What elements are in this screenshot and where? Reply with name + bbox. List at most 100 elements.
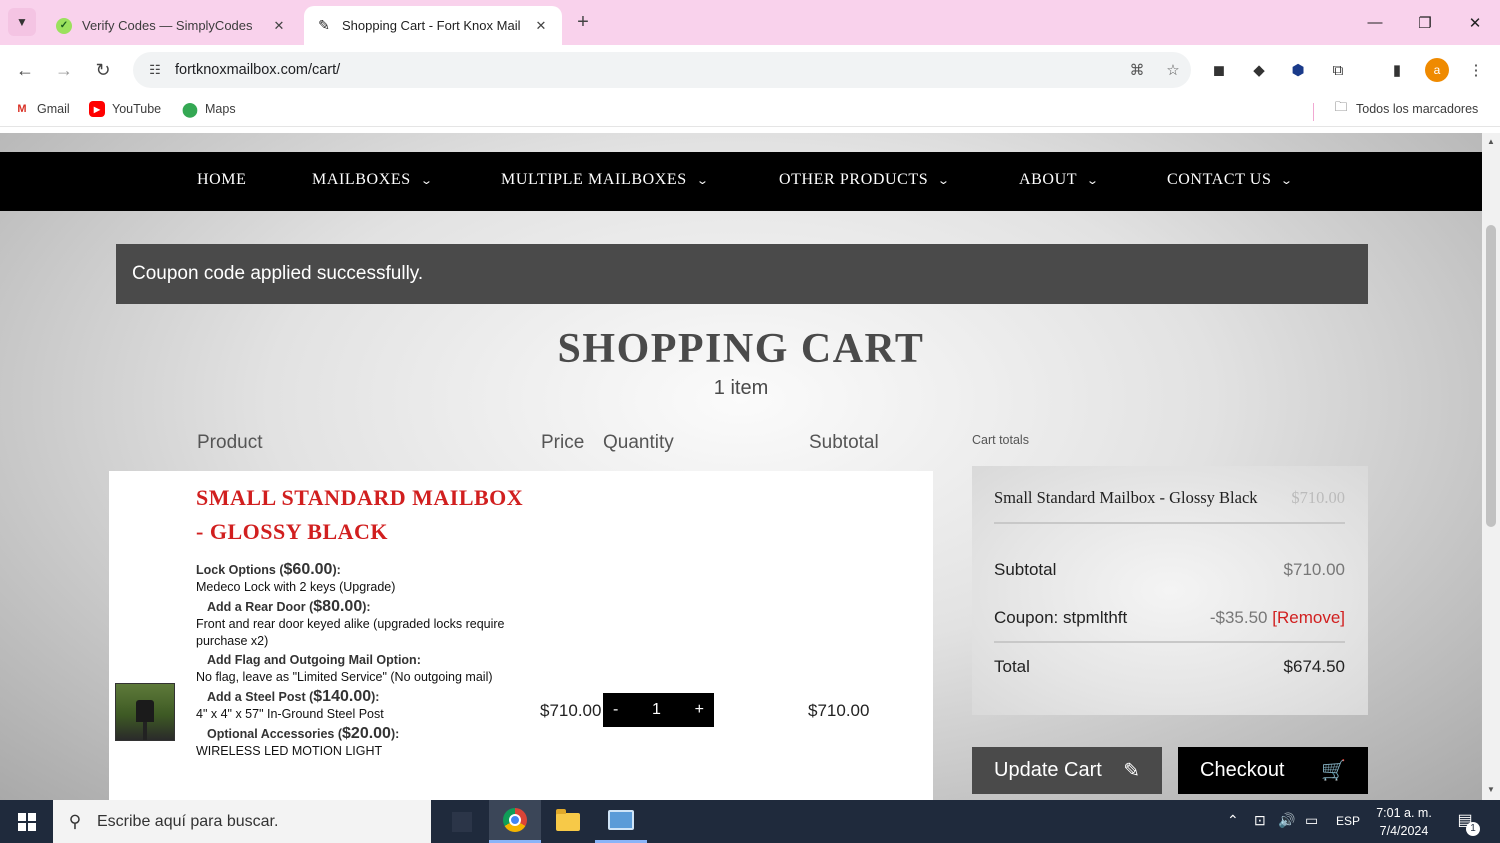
bookmark-youtube[interactable]: ▶ YouTube bbox=[89, 101, 161, 117]
divider bbox=[994, 522, 1345, 524]
increment-button[interactable]: + bbox=[695, 701, 704, 719]
nav-label: CONTACT US bbox=[1167, 171, 1272, 188]
chevron-down-icon: ▼ bbox=[16, 15, 28, 29]
extensions-puzzle-icon[interactable]: ⧉ bbox=[1325, 57, 1351, 83]
extension-robot-icon[interactable]: ◼ bbox=[1206, 57, 1232, 83]
taskbar-chrome[interactable] bbox=[489, 800, 541, 843]
subtotal-label: Subtotal bbox=[994, 560, 1057, 579]
page-viewport: HOME MAILBOXES ⌄ MULTIPLE MAILBOXES ⌄ OTHE… bbox=[0, 133, 1482, 800]
menu-kebab-icon[interactable]: ⋮ bbox=[1463, 57, 1489, 83]
simplycodes-favicon-icon: ✓ bbox=[56, 17, 72, 34]
clock-time: 7:01 a. m. bbox=[1376, 806, 1432, 820]
tab-shopping-cart[interactable]: ✎ Shopping Cart - Fort Knox Mail ✕ bbox=[304, 6, 562, 45]
url-text[interactable]: fortknoxmailbox.com/cart/ bbox=[175, 62, 1119, 78]
tray-chevron-up-icon[interactable]: ⌃ bbox=[1227, 812, 1239, 829]
close-tab-icon[interactable]: ✕ bbox=[532, 18, 550, 34]
option-accessories: Optional Accessories ($20.00): WIRELESS … bbox=[196, 725, 400, 758]
windows-logo-icon bbox=[17, 812, 36, 831]
maps-pin-icon: ⬤ bbox=[182, 100, 198, 117]
decrement-button[interactable]: - bbox=[613, 701, 618, 719]
network-icon[interactable]: ▭ bbox=[1305, 812, 1318, 829]
back-button[interactable]: ← bbox=[11, 56, 39, 84]
scroll-down-icon[interactable]: ▼ bbox=[1482, 785, 1500, 794]
nav-contact-us[interactable]: CONTACT US ⌄ bbox=[1167, 171, 1293, 189]
option-value: Medeco Lock with 2 keys (Upgrade) bbox=[196, 580, 396, 594]
nav-home[interactable]: HOME bbox=[197, 171, 247, 189]
column-header-price: Price bbox=[541, 432, 585, 453]
bookmark-label: YouTube bbox=[112, 102, 162, 116]
product-options: Lock Options ($60.00): Medeco Lock with … bbox=[196, 561, 541, 762]
side-panel-icon[interactable]: ▮ bbox=[1384, 57, 1410, 83]
tray-device-icon[interactable]: ⊡ bbox=[1254, 812, 1266, 829]
page-scrollbar[interactable]: ▲ ▼ bbox=[1482, 133, 1500, 800]
forward-button[interactable]: → bbox=[50, 56, 78, 84]
restore-button[interactable]: ❐ bbox=[1400, 0, 1450, 45]
close-tab-icon[interactable]: ✕ bbox=[270, 18, 288, 34]
cart-item-row: SMALL STANDARD MAILBOX - GLOSSY BLACK Lo… bbox=[109, 471, 933, 800]
item-subtotal: $710.00 bbox=[808, 701, 870, 720]
remove-coupon-link[interactable]: [Remove] bbox=[1272, 608, 1345, 627]
chevron-down-icon: ⌄ bbox=[695, 174, 710, 187]
taskbar-app-blank[interactable] bbox=[436, 800, 488, 843]
tab-search-button[interactable]: ▼ bbox=[8, 8, 36, 36]
search-placeholder: Escribe aquí para buscar. bbox=[97, 812, 279, 830]
nav-label: HOME bbox=[197, 171, 247, 188]
all-bookmarks[interactable]: 🗀 Todos los marcadores bbox=[1333, 99, 1478, 117]
total-label: Total bbox=[994, 657, 1030, 676]
item-price: $710.00 bbox=[540, 701, 602, 720]
new-tab-button[interactable]: + bbox=[570, 10, 596, 36]
nav-multiple-mailboxes[interactable]: MULTIPLE MAILBOXES ⌄ bbox=[501, 171, 710, 189]
bookmark-gmail[interactable]: M Gmail bbox=[14, 101, 69, 117]
total-value: $674.50 bbox=[1283, 657, 1345, 676]
line-item-price: $710.00 bbox=[1291, 488, 1345, 507]
product-thumbnail[interactable] bbox=[115, 683, 175, 741]
gmail-icon: M bbox=[17, 103, 27, 115]
bookmark-star-icon[interactable]: ☆ bbox=[1155, 61, 1191, 79]
close-window-button[interactable]: ✕ bbox=[1450, 0, 1500, 45]
tab-verify-codes[interactable]: ✓ Verify Codes — SimplyCodes ✕ bbox=[44, 6, 300, 45]
product-name-link[interactable]: SMALL STANDARD MAILBOX - GLOSSY BLACK bbox=[196, 481, 536, 549]
update-cart-button[interactable]: Update Cart ✎ bbox=[972, 747, 1162, 794]
clock[interactable]: 7:01 a. m. 7/4/2024 bbox=[1366, 804, 1442, 840]
option-flag: Add Flag and Outgoing Mail Option: No fl… bbox=[196, 652, 541, 686]
option-value: Front and rear door keyed alike (upgrade… bbox=[196, 617, 505, 648]
start-button[interactable] bbox=[0, 800, 53, 843]
scroll-up-icon[interactable]: ▲ bbox=[1482, 137, 1500, 146]
option-value: No flag, leave as "Limited Service" (No … bbox=[196, 670, 493, 684]
chevron-down-icon: ⌄ bbox=[1086, 174, 1100, 187]
totals-subtotal: Subtotal $710.00 bbox=[994, 560, 1345, 580]
notification-center-icon[interactable]: ▤ 1 bbox=[1452, 810, 1480, 836]
reload-button[interactable]: ↻ bbox=[89, 56, 117, 84]
tab-strip: ▼ ✓ Verify Codes — SimplyCodes ✕ ✎ Shopp… bbox=[0, 0, 1500, 45]
volume-icon[interactable]: 🔊 bbox=[1278, 812, 1295, 829]
cart-totals-panel: Small Standard Mailbox - Glossy Black $7… bbox=[972, 466, 1368, 715]
address-bar[interactable]: ☷ fortknoxmailbox.com/cart/ ⌘ ☆ bbox=[133, 52, 1191, 88]
nav-other-products[interactable]: OTHER PRODUCTS ⌄ bbox=[779, 171, 950, 189]
checkout-button[interactable]: Checkout 🛒 bbox=[1178, 747, 1368, 794]
clock-date: 7/4/2024 bbox=[1379, 824, 1429, 838]
folder-icon: 🗀 bbox=[1334, 99, 1348, 114]
bookmark-maps[interactable]: ⬤ Maps bbox=[182, 100, 235, 117]
translate-icon[interactable]: ⌘ bbox=[1119, 61, 1155, 79]
profile-avatar[interactable]: a bbox=[1425, 58, 1449, 82]
cart-totals-heading: Cart totals bbox=[972, 433, 1029, 447]
site-info-icon[interactable]: ☷ bbox=[137, 62, 173, 78]
minimize-button[interactable]: — bbox=[1350, 0, 1400, 45]
language-indicator[interactable]: ESP bbox=[1336, 814, 1360, 828]
scrollbar-thumb[interactable] bbox=[1486, 225, 1496, 527]
nav-mailboxes[interactable]: MAILBOXES ⌄ bbox=[312, 171, 433, 189]
quantity-stepper[interactable]: - 1 + bbox=[603, 693, 714, 727]
option-value: WIRELESS LED MOTION LIGHT bbox=[196, 744, 383, 758]
extension-hexagon-icon[interactable]: ⬢ bbox=[1285, 57, 1311, 83]
taskbar-search[interactable]: ⚲ Escribe aquí para buscar. bbox=[53, 800, 431, 843]
option-label: Add Flag and Outgoing Mail Option: bbox=[207, 653, 421, 667]
quantity-input[interactable]: 1 bbox=[652, 701, 661, 719]
taskbar-remote-desktop[interactable] bbox=[595, 800, 647, 843]
coupon-success-notice: Coupon code applied successfully. bbox=[116, 244, 1368, 304]
option-steel-post: Add a Steel Post ($140.00): 4" x 4" x 57… bbox=[196, 688, 384, 721]
cart-item-count: 1 item bbox=[713, 377, 769, 399]
extension-diamond-icon[interactable]: ◆ bbox=[1246, 57, 1272, 83]
taskbar-file-explorer[interactable] bbox=[542, 800, 594, 843]
nav-about[interactable]: ABOUT ⌄ bbox=[1019, 171, 1100, 189]
nav-label: OTHER PRODUCTS bbox=[779, 171, 929, 188]
